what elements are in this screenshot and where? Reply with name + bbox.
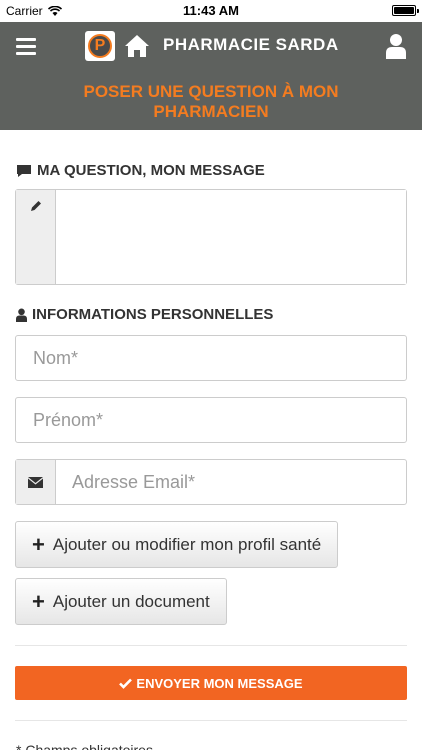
app-header: P PHARMACIE SARDA POSER UNE QUESTION À M…	[0, 22, 422, 130]
message-section-title: MA QUESTION, MON MESSAGE	[16, 162, 265, 179]
message-section-label: MA QUESTION, MON MESSAGE	[37, 162, 265, 179]
email-field-group: Adresse Email*	[15, 459, 407, 505]
add-document-label: Ajouter un document	[52, 591, 210, 611]
page-title: PHARMACIE SARDA	[163, 35, 339, 54]
personal-section-title: INFORMATIONS PERSONNELLES	[16, 306, 273, 323]
user-account-icon[interactable]	[386, 33, 406, 59]
message-addon	[16, 190, 56, 284]
send-message-button[interactable]: ENVOYER MON MESSAGE	[15, 666, 407, 700]
nom-placeholder: Nom*	[33, 347, 79, 368]
plus-icon: +	[32, 531, 45, 557]
check-icon	[119, 678, 133, 689]
status-bar: Carrier 11:43 AM	[0, 0, 422, 22]
required-fields-note: * Champs obligatoires	[16, 742, 153, 750]
pharmacy-logo: P	[85, 31, 115, 61]
comment-icon	[17, 164, 31, 177]
user-icon	[16, 308, 27, 322]
plus-icon: +	[32, 588, 45, 614]
health-profile-button[interactable]: + Ajouter ou modifier mon profil santé	[15, 521, 339, 568]
logo-letter: P	[88, 34, 112, 58]
divider	[15, 645, 407, 646]
divider	[15, 720, 407, 721]
email-addon	[16, 460, 56, 504]
subtitle-line-1: POSER UNE QUESTION À MON	[83, 82, 339, 101]
prenom-placeholder: Prénom*	[33, 409, 104, 430]
email-field[interactable]: Adresse Email*	[56, 472, 195, 493]
envelope-icon	[28, 476, 43, 488]
home-icon[interactable]	[124, 34, 150, 58]
subtitle-line-2: PHARMACIEN	[153, 102, 269, 121]
nom-field[interactable]: Nom*	[15, 335, 407, 381]
hamburger-menu-icon[interactable]	[16, 38, 36, 55]
prenom-field[interactable]: Prénom*	[15, 397, 407, 443]
send-message-label: ENVOYER MON MESSAGE	[136, 675, 303, 691]
pencil-icon	[30, 201, 41, 211]
add-document-button[interactable]: + Ajouter un document	[15, 578, 227, 625]
battery-icon	[392, 5, 419, 16]
personal-section-label: INFORMATIONS PERSONNELLES	[32, 306, 274, 323]
health-profile-label: Ajouter ou modifier mon profil santé	[52, 534, 322, 554]
clock: 11:43 AM	[183, 3, 239, 18]
message-textarea[interactable]	[56, 190, 406, 284]
page-subtitle: POSER UNE QUESTION À MON PHARMACIEN	[0, 82, 422, 122]
message-textarea-group	[15, 189, 407, 285]
